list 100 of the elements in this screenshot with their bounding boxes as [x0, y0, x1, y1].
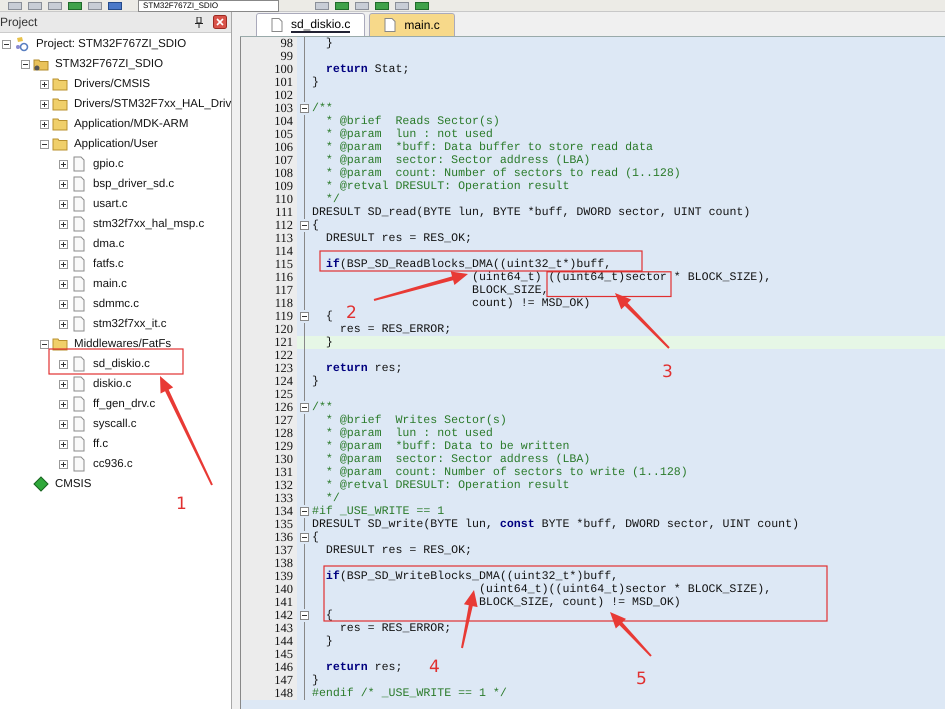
fold-icon[interactable] — [299, 102, 310, 115]
collapse-icon[interactable] — [2, 40, 11, 48]
tree-item[interactable]: fatfs.c — [90, 258, 124, 270]
tree-item[interactable]: Application/User — [71, 138, 158, 150]
expand-icon[interactable] — [59, 300, 68, 308]
fold-icon[interactable] — [299, 609, 310, 622]
tree-item[interactable]: sdmmc.c — [90, 298, 139, 310]
tab-label: sd_diskio.c — [291, 17, 350, 33]
project-icon — [14, 36, 30, 52]
folder-icon — [52, 76, 68, 92]
tree-item[interactable]: CMSIS — [52, 478, 92, 490]
line-number: 146 — [241, 661, 297, 674]
expand-icon[interactable] — [59, 460, 68, 468]
tree-item[interactable]: Application/MDK-ARM — [71, 118, 188, 130]
file-icon — [71, 296, 87, 312]
expand-icon[interactable] — [59, 280, 68, 288]
collapse-icon[interactable] — [40, 140, 49, 148]
expand-icon[interactable] — [59, 440, 68, 448]
line-number: 141 — [241, 596, 297, 609]
code-line: { — [312, 532, 319, 542]
tree-item[interactable]: gpio.c — [90, 158, 124, 170]
tree-item[interactable]: usart.c — [90, 198, 128, 210]
line-number: 120 — [241, 323, 297, 336]
expand-icon[interactable] — [59, 400, 68, 408]
code-line: * @param lun : not used — [326, 130, 493, 140]
tree-item[interactable]: diskio.c — [90, 378, 132, 390]
expand-icon[interactable] — [59, 380, 68, 388]
expand-icon[interactable] — [59, 260, 68, 268]
code-line: } — [312, 676, 319, 686]
tree-item[interactable]: sd_diskio.c — [90, 358, 150, 370]
tree-item[interactable]: ff.c — [90, 438, 108, 450]
line-number: 132 — [241, 479, 297, 492]
line-number: 108 — [241, 167, 297, 180]
close-icon[interactable] — [213, 15, 227, 29]
file-icon — [71, 276, 87, 292]
fold-icon[interactable] — [299, 310, 310, 323]
file-icon — [71, 216, 87, 232]
code-line: return res; — [326, 364, 402, 374]
toolbar-icon[interactable] — [375, 2, 390, 10]
expand-icon[interactable] — [59, 420, 68, 428]
toolbar-icon[interactable] — [108, 2, 122, 10]
expand-icon[interactable] — [59, 240, 68, 248]
pin-icon[interactable] — [195, 16, 203, 28]
tree-item[interactable]: Drivers/STM32F7xx_HAL_Driv — [71, 98, 232, 110]
file-tab[interactable]: sd_diskio.c — [256, 13, 366, 36]
line-number: 140 — [241, 583, 297, 596]
expand-icon[interactable] — [40, 100, 49, 108]
expand-icon[interactable] — [59, 180, 68, 188]
expand-icon[interactable] — [59, 220, 68, 228]
code-line: DRESULT SD_write(BYTE lun, const BYTE *buff, DWORD sector, UINT count) — [312, 520, 800, 530]
code-line: } — [312, 78, 319, 88]
tree-item[interactable]: Middlewares/FatFs — [71, 338, 172, 350]
code-line: BLOCK_SIZE, — [472, 286, 549, 296]
line-number: 115 — [241, 258, 297, 271]
line-number: 121 — [241, 336, 297, 349]
tree-item[interactable]: cc936.c — [90, 458, 133, 470]
tree-item[interactable]: Project: STM32F767ZI_SDIO — [33, 38, 186, 50]
expand-icon[interactable] — [59, 160, 68, 168]
expand-icon[interactable] — [59, 200, 68, 208]
target-dropdown[interactable]: STM32F767ZI_SDIO — [138, 0, 280, 12]
collapse-icon[interactable] — [40, 340, 49, 348]
toolbar-icon[interactable] — [415, 2, 430, 10]
expand-icon[interactable] — [40, 120, 49, 128]
tree-item[interactable]: stm32f7xx_hal_msp.c — [90, 218, 204, 230]
tree-item[interactable]: STM32F767ZI_SDIO — [52, 58, 164, 70]
code-line: if(BSP_SD_WriteBlocks_DMA((uint32_t*)buff, — [326, 572, 618, 582]
code-line: { — [326, 610, 333, 620]
fold-icon[interactable] — [299, 219, 310, 232]
code-line: { — [326, 312, 333, 322]
fold-icon[interactable] — [299, 401, 310, 414]
line-number: 103 — [241, 102, 297, 115]
code-line: * @param count: Number of sectors to write (1..128) — [326, 468, 688, 478]
line-number: 117 — [241, 284, 297, 297]
line-number: 100 — [241, 63, 297, 76]
tree-item[interactable]: dma.c — [90, 238, 124, 250]
tree-item[interactable]: bsp_driver_sd.c — [90, 178, 174, 190]
code-line: } — [326, 38, 333, 48]
expand-icon[interactable] — [59, 360, 68, 368]
expand-icon[interactable] — [59, 320, 68, 328]
code-line: * @param lun : not used — [326, 428, 493, 438]
tree-item[interactable]: syscall.c — [90, 418, 136, 430]
toolbar-icon[interactable] — [335, 2, 350, 10]
folder-icon — [52, 136, 68, 152]
code-line: if(BSP_SD_ReadBlocks_DMA((uint32_t*)buff, — [326, 260, 612, 270]
fold-icon[interactable] — [299, 505, 310, 518]
code-line: BLOCK_SIZE, count) != MSD_OK) — [478, 598, 681, 608]
line-number: 104 — [241, 115, 297, 128]
fold-icon[interactable] — [299, 531, 310, 544]
file-tab[interactable]: main.c — [369, 13, 455, 36]
collapse-icon[interactable] — [21, 60, 30, 68]
line-number: 145 — [241, 648, 297, 661]
expand-icon[interactable] — [40, 80, 49, 88]
tree-item[interactable]: ff_gen_drv.c — [90, 398, 156, 410]
tree-item[interactable]: main.c — [90, 278, 127, 290]
tree-item[interactable]: Drivers/CMSIS — [71, 78, 150, 90]
line-number: 113 — [241, 232, 297, 245]
tree-item[interactable]: stm32f7xx_it.c — [90, 318, 166, 330]
line-number: 148 — [241, 687, 297, 700]
line-number: 137 — [241, 544, 297, 557]
toolbar-icon[interactable] — [68, 2, 82, 10]
